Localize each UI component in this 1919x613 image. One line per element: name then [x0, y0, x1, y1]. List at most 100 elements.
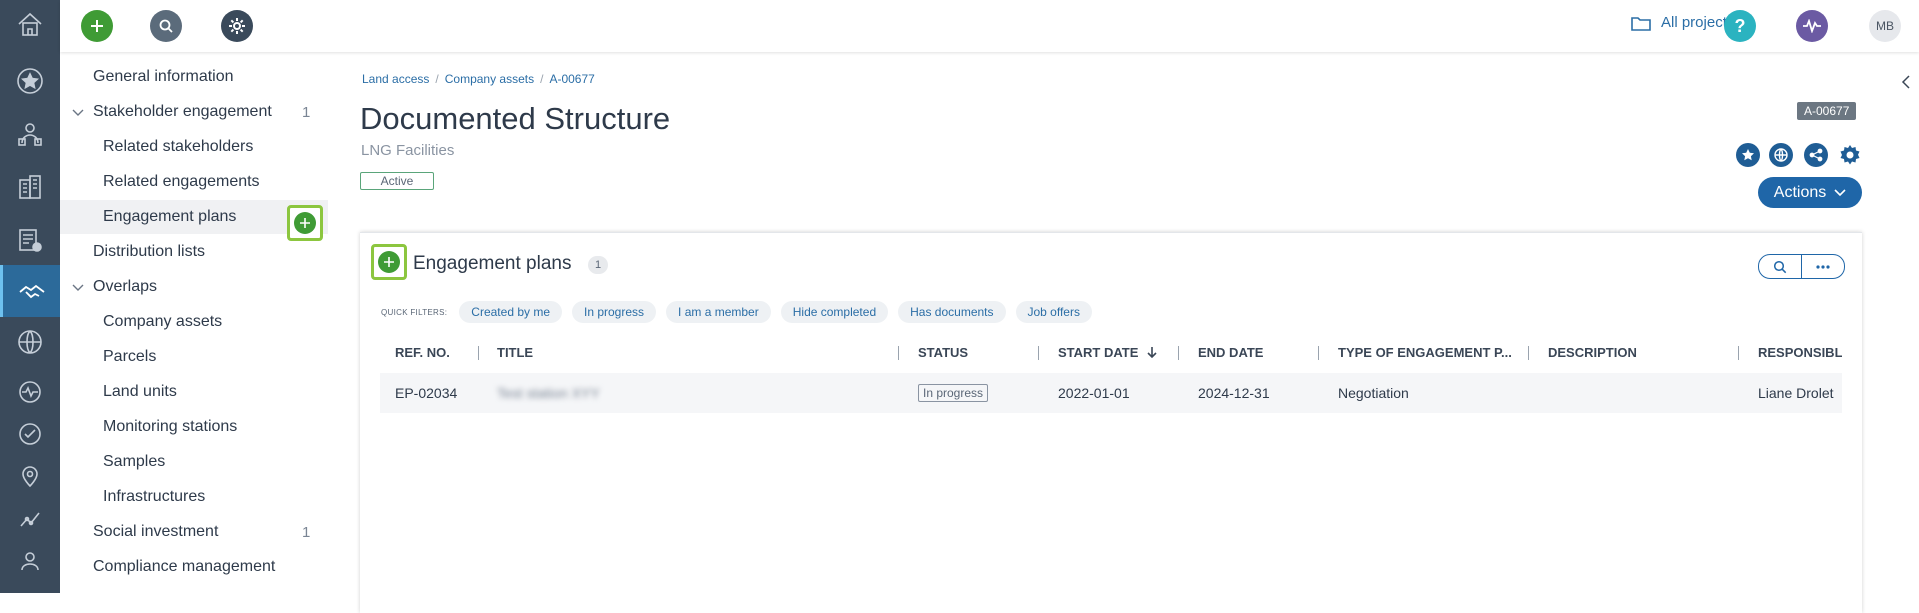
nav-item-label: Related engagements — [103, 173, 260, 190]
more-horizontal-icon — [1816, 264, 1830, 269]
home-icon[interactable] — [0, 4, 60, 44]
add-icon — [91, 20, 103, 32]
nav-overlaps[interactable]: Overlaps — [60, 270, 350, 304]
cell-responsible: Liane Drolet — [1758, 385, 1834, 401]
add-engagement-plan-button[interactable] — [371, 244, 407, 280]
nav-samples[interactable]: Samples — [60, 445, 350, 479]
nav-item-label: Engagement plans — [103, 208, 237, 225]
star-icon[interactable] — [0, 61, 60, 101]
column-divider[interactable] — [1528, 346, 1529, 360]
nav-infrastructures[interactable]: Infrastructures — [60, 480, 350, 514]
nav-general-information[interactable]: General information — [60, 60, 350, 94]
cell-title[interactable]: Test station XYY — [497, 385, 600, 401]
id-badge: A-00677 — [1797, 102, 1857, 120]
checklist-icon[interactable] — [0, 220, 60, 260]
column-header-end-date[interactable]: END DATE — [1198, 345, 1263, 360]
breadcrumb-item[interactable]: A-00677 — [549, 72, 594, 86]
column-divider[interactable] — [1038, 346, 1039, 360]
help-icon: ? — [1734, 15, 1746, 36]
activity-icon — [1803, 19, 1821, 33]
panel-title: Engagement plans — [413, 253, 572, 274]
nav-compliance-management[interactable]: Compliance management — [60, 550, 350, 584]
column-header-type[interactable]: TYPE OF ENGAGEMENT P... — [1338, 345, 1512, 360]
nav-item-label: Company assets — [103, 313, 223, 330]
cell-start-date: 2022-01-01 — [1058, 385, 1130, 401]
column-divider[interactable] — [1178, 346, 1179, 360]
breadcrumb-separator: / — [540, 72, 544, 86]
panel-toolbar — [1758, 254, 1845, 279]
people-icon[interactable] — [0, 114, 60, 154]
chart-line-icon[interactable] — [0, 498, 60, 538]
globe-icon[interactable] — [0, 322, 60, 362]
panel-search-button[interactable] — [1759, 255, 1801, 278]
column-divider[interactable] — [478, 346, 479, 360]
engagement-plans-panel: Engagement plans 1 QUICK FILTERS: Create… — [360, 232, 1862, 613]
nav-item-count: 1 — [302, 103, 311, 121]
avatar[interactable]: MB — [1869, 10, 1901, 42]
table-row[interactable]: EP-02034 Test station XYY In progress 20… — [380, 373, 1842, 413]
nav-item-label: General information — [93, 68, 234, 85]
nav-stakeholder-engagement[interactable]: Stakeholder engagement 1 — [60, 95, 350, 129]
column-header-title[interactable]: TITLE — [497, 345, 533, 360]
add-engagement-plan-nav-button[interactable] — [287, 205, 323, 241]
quick-filter-chip[interactable]: In progress — [572, 301, 657, 323]
nav-social-investment[interactable]: Social investment 1 — [60, 515, 350, 549]
add-button[interactable] — [81, 10, 113, 42]
breadcrumb-item[interactable]: Land access — [362, 72, 429, 86]
record-settings-button[interactable] — [1838, 143, 1862, 167]
nav-related-engagements[interactable]: Related engagements — [60, 165, 350, 199]
column-divider[interactable] — [898, 346, 899, 360]
quick-filter-chip[interactable]: Hide completed — [780, 301, 889, 323]
all-projects-link[interactable]: All projects — [1631, 14, 1734, 31]
favorite-button[interactable] — [1736, 143, 1760, 167]
pulse-icon[interactable] — [0, 372, 60, 412]
help-button[interactable]: ? — [1724, 10, 1756, 42]
actions-dropdown[interactable]: Actions — [1758, 177, 1862, 208]
column-header-description[interactable]: DESCRIPTION — [1548, 345, 1637, 360]
chevron-down-icon[interactable] — [70, 279, 86, 295]
share-button[interactable] — [1804, 143, 1828, 167]
nav-land-units[interactable]: Land units — [60, 375, 350, 409]
location-icon[interactable] — [0, 456, 60, 496]
table-header: REF. NO. TITLE STATUS START DATE END DAT… — [380, 337, 1842, 369]
icon-rail — [0, 0, 60, 593]
status-badge: In progress — [918, 384, 989, 402]
quick-filters-label: QUICK FILTERS: — [381, 307, 448, 317]
check-circle-icon[interactable] — [0, 414, 60, 454]
nav-parcels[interactable]: Parcels — [60, 340, 350, 374]
folder-icon — [1631, 16, 1651, 31]
nav-item-label: Monitoring stations — [103, 418, 238, 435]
settings-button[interactable] — [221, 10, 253, 42]
user-icon[interactable] — [0, 541, 60, 581]
buildings-icon[interactable] — [0, 167, 60, 207]
quick-filter-chip[interactable]: Created by me — [459, 301, 562, 323]
column-divider[interactable] — [1738, 346, 1739, 360]
nav-related-stakeholders[interactable]: Related stakeholders — [60, 130, 350, 164]
quick-filter-chip[interactable]: Job offers — [1015, 301, 1092, 323]
column-header-start-date[interactable]: START DATE — [1058, 345, 1158, 360]
sort-descending-icon — [1147, 347, 1157, 359]
nav-item-label: Samples — [103, 453, 166, 470]
activity-button[interactable] — [1796, 10, 1828, 42]
column-header-ref[interactable]: REF. NO. — [395, 345, 450, 360]
quick-filter-chip[interactable]: I am a member — [666, 301, 771, 323]
chevron-down-icon[interactable] — [70, 104, 86, 120]
breadcrumb-item[interactable]: Company assets — [445, 72, 534, 86]
nav-company-assets[interactable]: Company assets — [60, 305, 350, 339]
nav-monitoring-stations[interactable]: Monitoring stations — [60, 410, 350, 444]
column-header-responsible[interactable]: RESPONSIBLI — [1758, 345, 1842, 360]
panel-more-button[interactable] — [1801, 255, 1844, 278]
search-icon — [159, 19, 173, 33]
column-header-status[interactable]: STATUS — [918, 345, 968, 360]
cell-ref[interactable]: EP-02034 — [395, 385, 457, 401]
quick-filter-chip[interactable]: Has documents — [898, 301, 1006, 323]
search-button[interactable] — [150, 10, 182, 42]
column-divider[interactable] — [1318, 346, 1319, 360]
gear-icon — [229, 18, 245, 34]
globe-icon — [1774, 148, 1788, 162]
panel-count-badge: 1 — [588, 256, 608, 274]
handshake-icon[interactable] — [0, 265, 60, 317]
cell-type: Negotiation — [1338, 385, 1409, 401]
map-button[interactable] — [1769, 143, 1793, 167]
chevron-left-icon[interactable] — [1900, 74, 1912, 90]
